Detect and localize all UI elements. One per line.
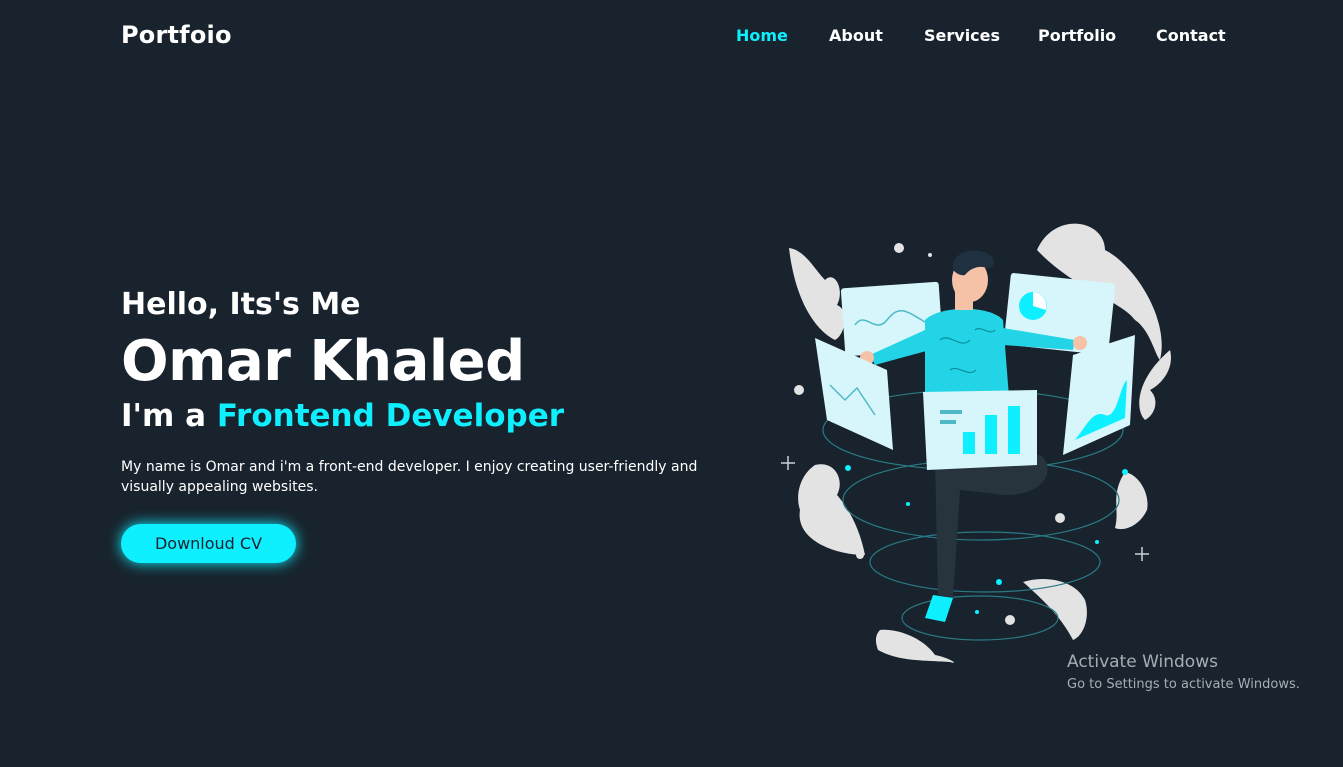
hero-name: Omar Khaled (121, 329, 525, 394)
main-nav: Home About Services Portfolio Contact (0, 26, 1343, 48)
hero-greeting: Hello, Its's Me (121, 287, 361, 322)
hero-role: I'm a Frontend Developer (121, 398, 564, 434)
download-cv-button[interactable]: Downloud CV (121, 524, 296, 563)
hero-role-highlight: Frontend Developer (216, 398, 565, 434)
developer-with-screens-illustration (775, 210, 1185, 670)
page: Portfoio Home About Services Portfolio C… (0, 0, 1343, 767)
nav-link-services[interactable]: Services (924, 26, 1000, 45)
activate-windows-subtitle: Go to Settings to activate Windows. (1067, 677, 1300, 692)
nav-link-home[interactable]: Home (736, 26, 788, 45)
nav-link-contact[interactable]: Contact (1156, 26, 1226, 45)
hero-role-prefix: I'm a (121, 398, 217, 434)
nav-link-portfolio[interactable]: Portfolio (1038, 26, 1116, 45)
hero-description: My name is Omar and i'm a front-end deve… (121, 459, 698, 495)
activate-windows-title: Activate Windows (1067, 652, 1218, 672)
nav-link-about[interactable]: About (829, 26, 883, 45)
